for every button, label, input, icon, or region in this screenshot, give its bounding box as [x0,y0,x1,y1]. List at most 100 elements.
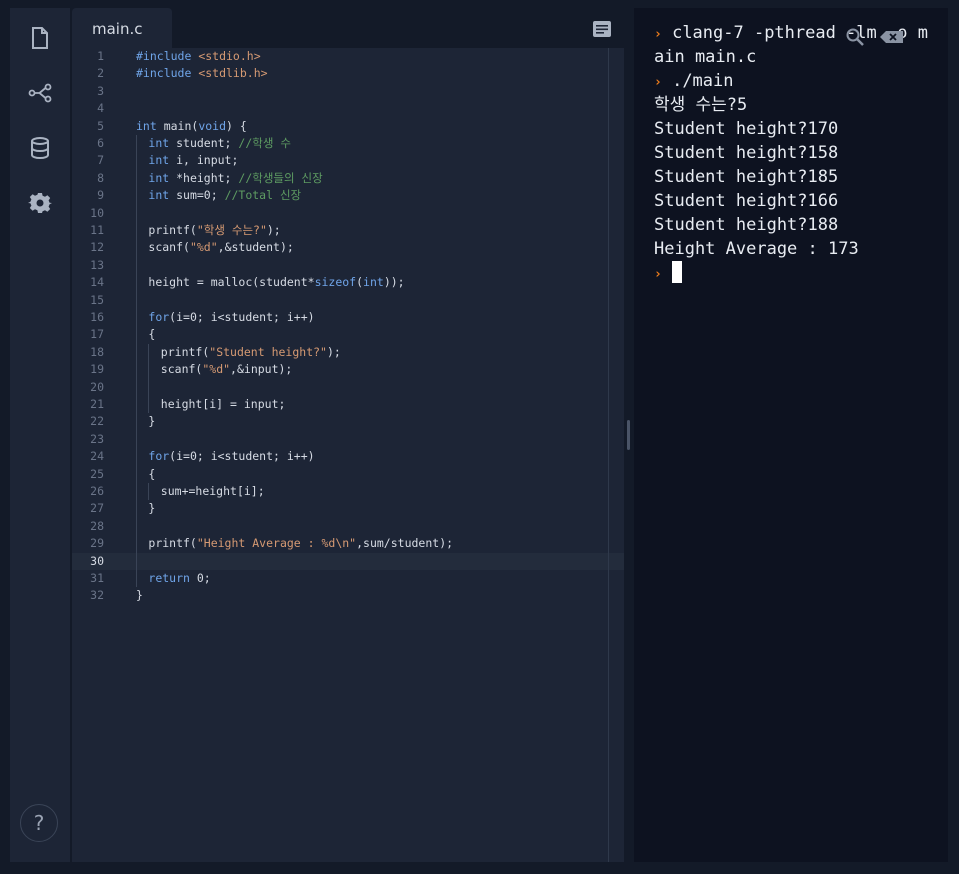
code-line[interactable]: 26 sum+=height[i]; [72,483,624,500]
code-line[interactable]: 18 printf("Student height?"); [72,344,624,361]
code-line[interactable]: 5 int main(void) { [72,118,624,135]
code-token: *height; [169,170,239,185]
console-output-line: 학생 수는?5 [654,93,747,117]
code-line[interactable]: 19 scanf("%d",&input); [72,361,624,378]
console-output-line: ain main.c [654,45,756,69]
code-line[interactable]: 16 for(i=0; i<student; i++) [72,309,624,326]
code-line[interactable]: 1 #include <stdio.h> [72,48,624,65]
console-text: Student height?166 [654,191,839,211]
pane-resize-handle[interactable] [627,420,630,450]
prompt-chevron-icon: › [654,27,662,42]
code-line[interactable]: 13 [72,257,624,274]
code-token: main( [156,118,199,133]
code-text: for(i=0; i<student; i++) [148,309,314,326]
code-token: ) { [226,118,247,133]
code-line[interactable]: 2 #include <stdlib.h> [72,65,624,82]
code-line[interactable]: 32} [72,587,624,604]
code-token: #include [136,49,199,63]
code-token: sum=0; [169,188,225,203]
code-line[interactable]: 12 scanf("%d",&student); [72,239,624,256]
line-number: 24 [90,449,104,464]
code-token: { [148,466,156,481]
code-text: sum+=height[i]; [161,483,265,500]
code-text: printf("Height Average : %d\n",sum/stude… [148,535,453,552]
code-token: student; [169,136,239,150]
line-number: 12 [90,240,104,255]
code-text: } [148,500,155,517]
code-token: 0; [189,571,211,585]
code-line[interactable]: 20 [72,379,624,396]
code-token: int [363,275,384,290]
code-line[interactable]: 24 for(i=0; i<student; i++) [72,448,624,465]
code-token: int [148,153,170,168]
line-number: 16 [90,310,104,324]
code-line[interactable]: 22} [72,413,624,430]
code-line[interactable]: 7 int i, input; [72,152,624,169]
code-line[interactable]: 4 [72,100,624,117]
code-token: int [148,136,170,150]
line-number: 23 [90,431,104,446]
share-icon[interactable] [28,81,52,105]
code-token: scanf( [160,362,203,377]
code-line[interactable]: 9 int sum=0; //Total 신장 [72,187,624,204]
help-button[interactable]: ? [20,804,58,842]
prompt-chevron-icon: › [654,75,662,90]
code-token: <stdio.h> [198,49,261,63]
line-number: 26 [90,484,104,498]
code-text: int i, input; [148,152,238,169]
code-line[interactable]: 25 { [72,466,624,483]
code-line[interactable]: 27} [72,500,624,517]
console-cursor[interactable] [672,261,683,283]
code-line[interactable]: 31 return 0; [72,570,624,587]
code-line[interactable]: 6 int student; //학생 수 [72,135,624,152]
code-token: "%d" [202,362,231,377]
file-icon[interactable] [28,26,52,50]
code-token: printf( [148,223,197,237]
code-line[interactable]: 21 height[i] = input; [72,396,624,413]
code-token: scanf( [148,240,190,255]
editor-scrollbar[interactable] [608,48,609,862]
line-number: 22 [90,414,104,429]
database-icon[interactable] [28,136,52,160]
line-number: 17 [90,327,104,342]
code-token: ); [326,344,341,359]
code-text: int main(void) { [136,118,247,135]
code-token: for [148,449,170,464]
code-line[interactable]: 28 [72,518,624,535]
code-token: } [148,414,156,429]
code-text: printf("Student height?"); [161,344,341,361]
code-line[interactable]: 17 { [72,326,624,343]
line-number: 6 [97,136,104,150]
tab-main-c[interactable]: main.c [72,8,172,48]
line-number: 18 [90,344,104,359]
code-line[interactable]: 3 [72,83,624,100]
code-line[interactable]: 14 height = malloc(student*sizeof(int)); [72,274,624,291]
console-panel[interactable]: › clang-7 -pthread -lm -o m ain main.c › .… [634,8,948,862]
code-token: "학생 수는?" [196,223,267,237]
line-number: 4 [97,101,104,116]
line-number: 11 [90,223,104,237]
search-icon[interactable] [846,28,864,46]
indent-guide [148,483,150,501]
line-number: 29 [90,536,104,551]
console-text: Student height?158 [654,143,839,163]
code-line[interactable]: 10 [72,205,624,222]
code-line[interactable]: 30 [72,552,624,570]
code-token: //학생 수 [238,136,291,150]
console-text: Student height?185 [654,167,839,187]
settings-gear-icon[interactable] [28,191,52,215]
code-token: int [148,188,170,203]
code-token: "Student height?" [209,344,327,359]
code-line[interactable]: 8 int *height; //학생들의 신장 [72,170,624,187]
code-line[interactable]: 15 [72,292,624,309]
console-text: 학생 수는?5 [654,95,748,115]
code-line[interactable]: 11 printf("학생 수는?"); [72,222,624,239]
line-number: 19 [90,362,104,377]
notes-icon[interactable] [592,20,612,38]
code-line[interactable]: 29 printf("Height Average : %d\n",sum/stu… [72,535,624,552]
code-token: sum+=height[i]; [160,484,265,498]
code-line[interactable]: 23 [72,431,624,448]
code-area[interactable]: 1 #include <stdio.h> 2 #include <stdlib.h> 3… [72,48,624,862]
line-number: 20 [90,379,104,394]
clear-console-icon[interactable] [880,30,904,44]
